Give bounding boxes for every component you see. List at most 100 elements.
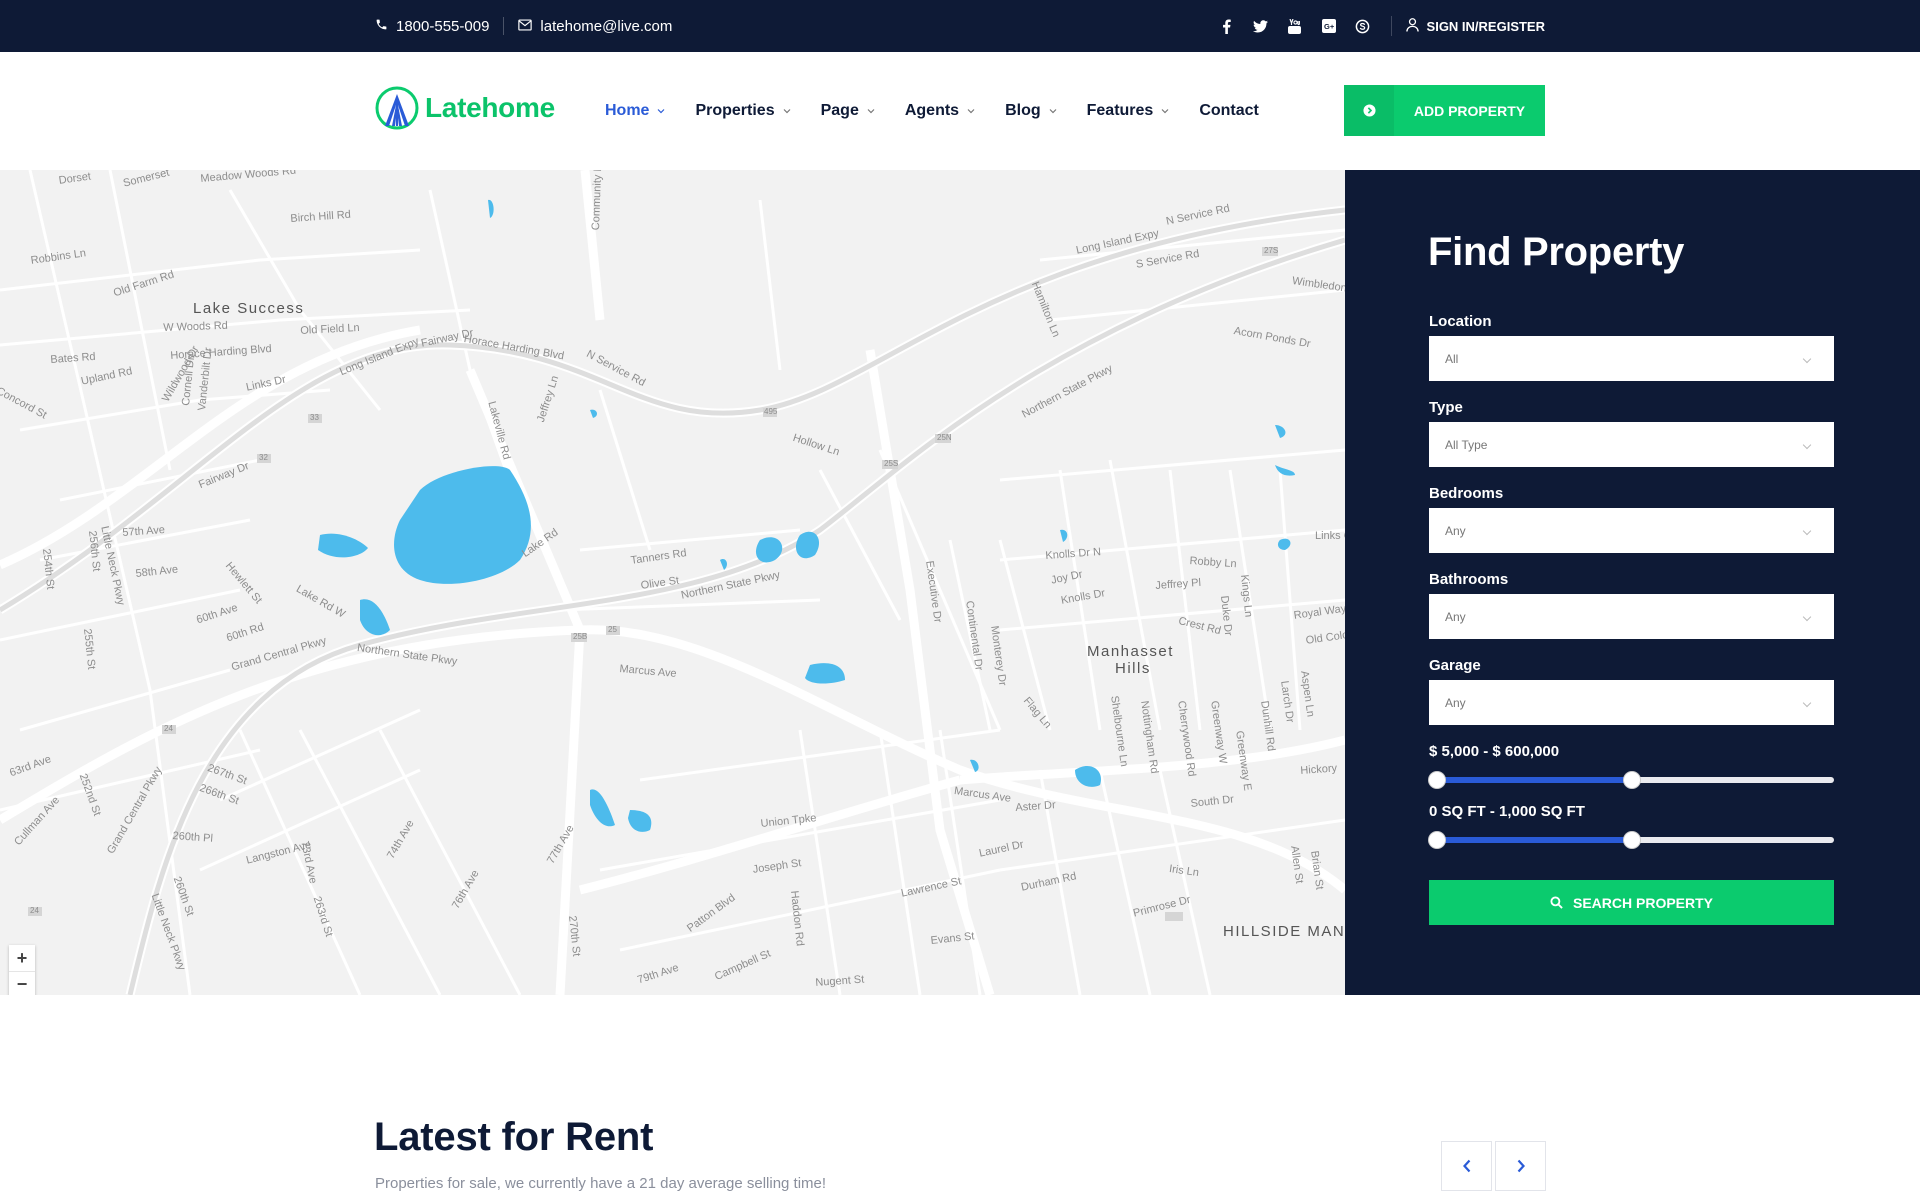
nav-label: Page — [820, 102, 859, 119]
carousel-next-button[interactable] — [1495, 1141, 1546, 1191]
chevron-down-icon — [1802, 354, 1812, 364]
zoom-in-button[interactable]: + — [9, 945, 35, 971]
skype-icon[interactable] — [1353, 16, 1373, 36]
location-label: Location — [1429, 313, 1492, 330]
divider — [503, 17, 505, 35]
map-place-label: Hills — [1115, 660, 1151, 677]
user-icon — [1405, 17, 1419, 35]
price-range-slider[interactable] — [1429, 772, 1834, 788]
add-property-button[interactable]: ADD PROPERTY — [1344, 85, 1545, 136]
chevron-down-icon — [867, 109, 875, 114]
slider-fill — [1437, 837, 1632, 843]
top-bar: 1800-555-009 latehome@live.com G+ SIGN I… — [0, 0, 1920, 52]
nav-item-contact[interactable]: Contact — [1199, 102, 1259, 120]
nav-label: Properties — [695, 102, 775, 119]
nav-label: Home — [605, 102, 650, 119]
find-property-panel: Find Property Location All Type All Type… — [1345, 170, 1920, 995]
chevron-down-icon — [1049, 109, 1057, 114]
nav-item-properties[interactable]: Properties — [695, 102, 791, 120]
type-label: Type — [1429, 399, 1463, 416]
add-property-label: ADD PROPERTY — [1413, 102, 1526, 119]
type-select[interactable]: All Type — [1429, 422, 1834, 467]
map-shield-label: 25N — [937, 433, 952, 442]
nav-label: Blog — [1005, 102, 1041, 119]
email-contact[interactable]: latehome@live.com — [518, 18, 672, 35]
map-shield-label: 24 — [164, 724, 173, 733]
map-shield-label: 32 — [259, 453, 268, 462]
search-icon — [1550, 896, 1563, 909]
search-button-label: SEARCH PROPERTY — [1572, 894, 1714, 911]
chevron-down-icon — [1802, 440, 1812, 450]
email-address: latehome@live.com — [540, 17, 673, 35]
select-value: Any — [1445, 609, 1466, 624]
nav-item-agents[interactable]: Agents — [905, 102, 975, 120]
slider-max-handle[interactable] — [1623, 832, 1640, 848]
logo-text: Latehome — [425, 92, 555, 123]
map-shield-label: 495 — [764, 407, 778, 416]
location-select[interactable]: All — [1429, 336, 1834, 381]
price-range-label: $ 5,000 - $ 600,000 — [1429, 743, 1560, 760]
facebook-icon[interactable] — [1217, 16, 1237, 36]
section-title: Latest for Rent — [374, 1115, 654, 1159]
nav-item-page[interactable]: Page — [821, 102, 875, 120]
logo-icon — [375, 86, 419, 130]
nav-item-home[interactable]: Home — [605, 102, 665, 120]
map-road-label: Hickory — [1300, 762, 1338, 777]
nav-item-features[interactable]: Features — [1087, 102, 1170, 120]
bathrooms-label: Bathrooms — [1429, 571, 1509, 588]
bathrooms-select[interactable]: Any — [1429, 594, 1834, 639]
arrow-circle-icon — [1344, 85, 1394, 136]
chevron-down-icon — [658, 109, 665, 114]
map-road-label: Community Dr — [590, 170, 605, 231]
nav-label: Agents — [904, 102, 960, 119]
map-place-label: Lake Success — [193, 300, 305, 317]
chevron-down-icon — [783, 109, 791, 114]
map-shield-label: 25S — [884, 459, 899, 468]
garage-label: Garage — [1429, 657, 1481, 674]
youtube-icon[interactable] — [1285, 16, 1305, 36]
area-range-slider[interactable] — [1429, 832, 1834, 848]
chevron-down-icon — [1802, 526, 1812, 536]
select-value: Any — [1445, 695, 1466, 710]
site-logo[interactable]: Latehome — [375, 86, 555, 130]
divider — [1390, 16, 1392, 36]
zoom-out-button[interactable]: − — [9, 971, 35, 995]
area-range-label: 0 SQ FT - 1,000 SQ FT — [1429, 803, 1585, 820]
nav-label: Contact — [1199, 102, 1259, 119]
bedrooms-label: Bedrooms — [1429, 485, 1504, 502]
slider-max-handle[interactable] — [1623, 772, 1640, 788]
carousel-prev-button[interactable] — [1441, 1141, 1492, 1191]
chevron-down-icon — [1802, 698, 1812, 708]
map-road-label: W Woods Rd — [163, 319, 228, 334]
social-links: G+ — [1217, 16, 1373, 36]
nav-label: Features — [1086, 102, 1154, 119]
property-map[interactable]: Lake Success Manhasset Hills HILLSIDE MA… — [0, 170, 1345, 995]
phone-contact[interactable]: 1800-555-009 — [375, 18, 489, 35]
slider-fill — [1437, 777, 1632, 783]
topbar-right: G+ SIGN IN/REGISTER — [1217, 0, 1545, 52]
nav-item-blog[interactable]: Blog — [1005, 102, 1057, 120]
phone-icon — [375, 18, 388, 35]
main-navigation: Home Properties Page Agents Blog Feature… — [605, 52, 1259, 170]
google-plus-icon[interactable]: G+ — [1319, 16, 1339, 36]
search-property-button[interactable]: SEARCH PROPERTY — [1429, 880, 1834, 925]
slider-min-handle[interactable] — [1429, 772, 1445, 788]
select-value: All Type — [1445, 437, 1488, 452]
twitter-icon[interactable] — [1251, 16, 1271, 36]
map-shield-label: 25 — [608, 625, 617, 634]
svg-text:G+: G+ — [1324, 22, 1335, 31]
sign-in-register-link[interactable]: SIGN IN/REGISTER — [1405, 17, 1545, 35]
slider-min-handle[interactable] — [1429, 832, 1445, 848]
chevron-down-icon — [1802, 612, 1812, 622]
map-place-label: HILLSIDE MAN — [1223, 923, 1345, 940]
chevron-right-icon — [1517, 1159, 1525, 1173]
contact-info: 1800-555-009 latehome@live.com — [375, 0, 672, 52]
chevron-left-icon — [1462, 1159, 1470, 1173]
map-road-label: Links Ct — [1315, 530, 1345, 542]
map-shield-label: 33 — [310, 413, 319, 422]
map-place-label: Manhasset — [1087, 643, 1174, 660]
main-header: Latehome Home Properties Page Agents Blo… — [0, 52, 1920, 170]
bedrooms-select[interactable]: Any — [1429, 508, 1834, 553]
garage-select[interactable]: Any — [1429, 680, 1834, 725]
envelope-icon — [518, 18, 533, 35]
